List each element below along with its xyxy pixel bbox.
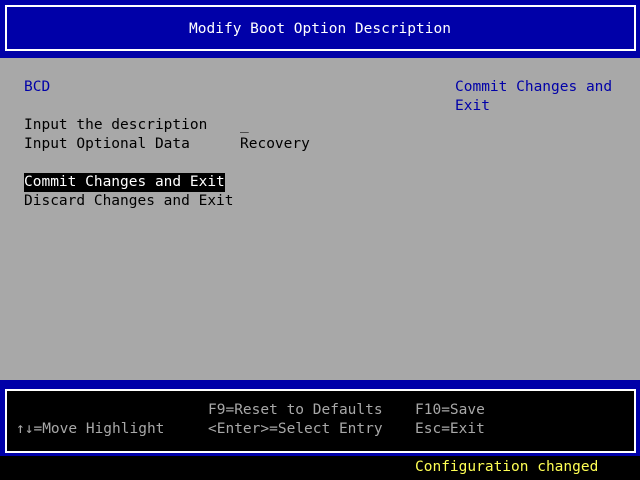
exit-hint: Esc=Exit xyxy=(415,421,485,437)
move-highlight-hint: ↑↓=Move Highlight xyxy=(16,421,165,437)
save-hint: F10=Save xyxy=(415,402,485,418)
optional-data-input[interactable]: Recovery xyxy=(240,135,310,154)
optional-data-label: Input Optional Data xyxy=(24,136,190,152)
description-label: Input the description xyxy=(24,117,208,133)
discard-changes-button[interactable]: Discard Changes and Exit xyxy=(24,192,234,211)
page-title: Modify Boot Option Description xyxy=(189,21,451,37)
commit-changes-button[interactable]: Commit Changes and Exit xyxy=(24,173,225,192)
help-text-line-1: Commit Changes and xyxy=(455,79,613,95)
select-entry-hint: <Enter>=Select Entry xyxy=(208,421,383,437)
form-heading: BCD xyxy=(24,79,51,95)
help-text-line-2: Exit xyxy=(455,98,490,114)
status-message: Configuration changed xyxy=(415,459,599,475)
description-input[interactable]: _ xyxy=(240,116,249,135)
reset-defaults-hint: F9=Reset to Defaults xyxy=(208,402,383,418)
main-panel xyxy=(0,58,640,380)
